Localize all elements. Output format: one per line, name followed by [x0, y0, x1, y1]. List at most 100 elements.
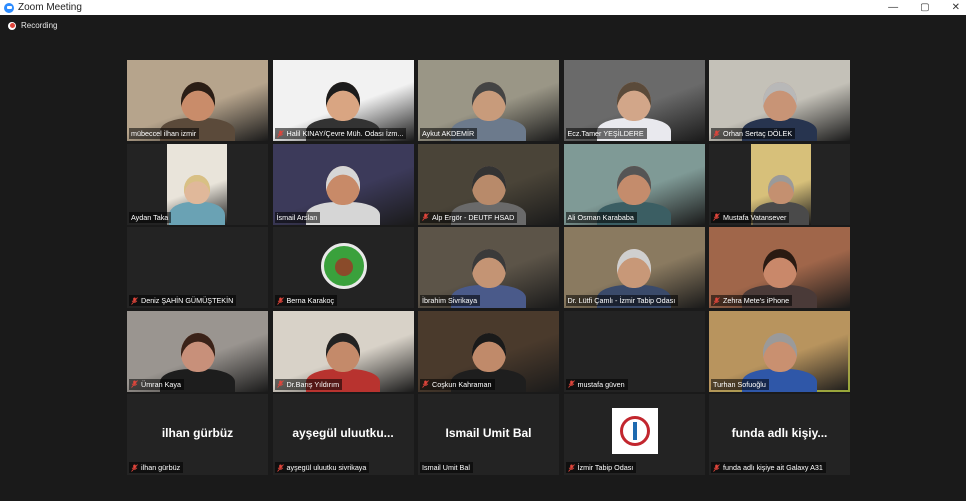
participant-tile[interactable]: Dr. Lütfi Çamlı - İzmir Tabip Odası: [563, 227, 705, 308]
participant-tile[interactable]: ayşegül uluutku... ayşegül uluutku sivrik…: [272, 394, 414, 475]
participant-display-name: Ismail Umit Bal: [445, 426, 532, 440]
participant-name-label: mübeccel ilhan izmir: [129, 128, 200, 139]
participant-name-label: Zehra Mete's iPhone: [711, 295, 793, 306]
participant-head: [326, 165, 360, 205]
participant-name-label: İzmir Tabip Odası: [565, 462, 637, 473]
participant-tile[interactable]: Mustafa Vatansever: [709, 143, 850, 225]
participant-head: [768, 175, 794, 205]
tabip-odasi-logo: [611, 408, 658, 454]
participant-tile[interactable]: Ecz.Tamer YEŞİLDERE: [563, 60, 705, 141]
participant-tile[interactable]: Orhan Sertaç DÖLEK: [709, 60, 850, 141]
participant-head: [180, 332, 215, 372]
participant-name-label: Halil KINAY/Çevre Müh. Odası İzm...: [274, 128, 407, 139]
participant-tile[interactable]: mustafa güven: [563, 310, 705, 392]
mic-muted-icon: [713, 463, 720, 472]
participant-head: [617, 249, 651, 289]
participant-head: [762, 249, 797, 289]
participant-name: Deniz ŞAHİN GÜMÜŞTEKİN: [141, 296, 234, 305]
participant-name: mübeccel ilhan izmir: [131, 129, 197, 138]
zoom-app-icon: [4, 2, 14, 13]
participant-name-label: İbrahim Sivrikaya: [420, 295, 481, 306]
participant-head: [617, 165, 651, 205]
maximize-button[interactable]: ▢: [920, 2, 929, 13]
mic-muted-icon: [131, 380, 138, 388]
participant-name-label: Turhan Sofuoğlu: [711, 378, 769, 390]
mic-muted-icon: [567, 463, 575, 472]
participant-tile[interactable]: İzmir Tabip Odası: [563, 394, 705, 475]
participant-name: Orhan Sertaç DÖLEK: [723, 129, 793, 138]
participant-head: [471, 332, 506, 372]
participant-name: ilhan gürbüz: [141, 463, 181, 472]
participant-tile[interactable]: Ümran Kaya: [127, 310, 268, 392]
participant-name-label: Orhan Sertaç DÖLEK: [711, 128, 796, 139]
minimize-button[interactable]: —: [888, 2, 898, 13]
participant-name: Dr. Lütfi Çamlı - İzmir Tabip Odası: [567, 296, 676, 305]
participant-name-label: ayşegül uluutku sivrikaya: [274, 462, 370, 473]
participant-tile[interactable]: funda adlı kişiy... funda adlı kişiye ait…: [709, 394, 850, 475]
participant-name: Halil KINAY/Çevre Müh. Odası İzm...: [286, 129, 404, 138]
window-title: Zoom Meeting: [18, 2, 82, 13]
participant-name-label: Ümran Kaya: [129, 378, 184, 390]
participant-name-label: Berna Karakoç: [274, 295, 338, 306]
participant-name: Turhan Sofuoğlu: [713, 379, 766, 389]
gallery-grid: mübeccel ilhan izmir Halil KINAY/Çevre M…: [127, 60, 850, 475]
green-logo-avatar: [320, 243, 367, 289]
participant-name-label: Ecz.Tamer YEŞİLDERE: [565, 128, 647, 139]
participant-name: Ismail Umit Bal: [422, 463, 470, 472]
participant-tile[interactable]: mübeccel ilhan izmir: [127, 60, 268, 141]
participant-head: [471, 165, 506, 205]
participant-name: İbrahim Sivrikaya: [422, 296, 478, 305]
participant-tile[interactable]: Ali Osman Karababa: [563, 143, 705, 225]
mic-muted-icon: [422, 213, 429, 221]
participant-name: Aykut AKDEMİR: [422, 129, 475, 138]
mic-muted-icon: [567, 380, 575, 388]
recording-indicator[interactable]: Recording: [8, 21, 57, 30]
participant-name: Dr.Barış Yıldırım: [286, 379, 340, 389]
participant-head: [180, 82, 215, 122]
participant-name: Alp Ergör - DEUTF HSAD: [432, 212, 515, 222]
mic-muted-icon: [131, 463, 138, 472]
participant-tile[interactable]: Zehra Mete's iPhone: [709, 227, 850, 308]
mic-muted-icon: [276, 296, 284, 305]
participant-name-label: Ali Osman Karababa: [565, 211, 637, 223]
participant-display-name: ilhan gürbüz: [161, 426, 234, 440]
participant-tile[interactable]: Turhan Sofuoğlu: [709, 310, 850, 392]
participant-tile[interactable]: Aydan Taka: [127, 143, 268, 225]
participant-name-label: Ismail Umit Bal: [420, 462, 473, 473]
close-button[interactable]: ✕: [952, 2, 960, 13]
participant-name-label: mustafa güven: [565, 378, 628, 390]
participant-name: Ali Osman Karababa: [567, 212, 634, 222]
participant-head: [617, 82, 651, 122]
participant-name: ayşegül uluutku sivrikaya: [286, 463, 367, 472]
participant-tile[interactable]: Halil KINAY/Çevre Müh. Odası İzm...: [272, 60, 414, 141]
participant-name: Coşkun Kahraman: [432, 379, 492, 389]
participant-name-label: funda adlı kişiye ait Galaxy A31: [711, 462, 826, 473]
participant-tile[interactable]: ilhan gürbüz ilhan gürbüz: [127, 394, 268, 475]
mic-muted-icon: [276, 129, 284, 138]
participant-name-label: Alp Ergör - DEUTF HSAD: [420, 211, 518, 223]
participant-video: [167, 143, 227, 225]
participant-tile[interactable]: Aykut AKDEMİR: [418, 60, 559, 141]
participant-tile[interactable]: İbrahim Sivrikaya: [418, 227, 559, 308]
participant-head: [762, 82, 797, 122]
participant-head: [471, 82, 506, 122]
participant-tile[interactable]: Berna Karakoç: [272, 227, 414, 308]
participant-head: [326, 332, 360, 372]
participant-name: İzmir Tabip Odası: [577, 463, 634, 472]
participant-name: Ecz.Tamer YEŞİLDERE: [567, 129, 644, 138]
participant-head: [326, 82, 360, 122]
participant-tile[interactable]: Ismail Umit Bal Ismail Umit Bal: [418, 394, 559, 475]
participant-name-label: Deniz ŞAHİN GÜMÜŞTEKİN: [129, 295, 237, 306]
participant-name: Berna Karakoç: [286, 296, 335, 305]
participant-tile[interactable]: İsmail Arslan: [272, 143, 414, 225]
participant-head: [762, 332, 797, 372]
participant-head: [471, 249, 506, 289]
participant-tile[interactable]: Alp Ergör - DEUTF HSAD: [418, 143, 559, 225]
title-bar: Zoom Meeting — ▢ ✕: [0, 0, 966, 15]
participant-tile[interactable]: Coşkun Kahraman: [418, 310, 559, 392]
participant-name-label: ilhan gürbüz: [129, 462, 184, 473]
participant-tile[interactable]: Dr.Barış Yıldırım: [272, 310, 414, 392]
participant-tile[interactable]: Deniz ŞAHİN GÜMÜŞTEKİN: [127, 227, 268, 308]
participant-name-label: Coşkun Kahraman: [420, 378, 495, 390]
mic-muted-icon: [131, 296, 138, 305]
